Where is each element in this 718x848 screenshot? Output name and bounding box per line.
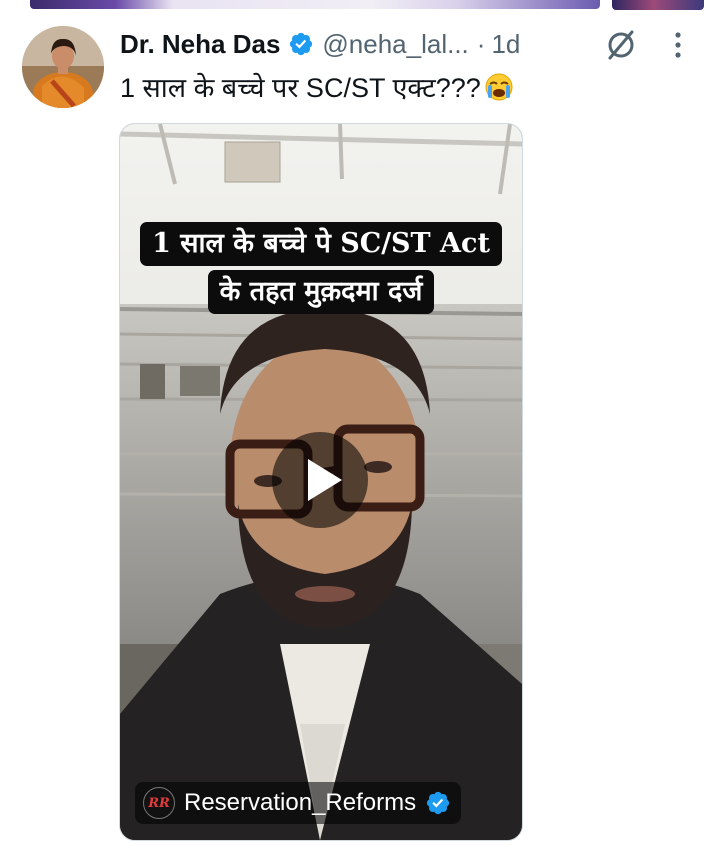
caption-text-1: 1 साल के बच्चे पे SC/ST Act <box>140 222 502 266</box>
play-icon <box>308 459 342 501</box>
more-options-icon[interactable] <box>664 28 692 62</box>
verified-badge-icon <box>290 32 313 56</box>
play-button[interactable] <box>272 432 368 528</box>
loudly-crying-face-icon <box>485 73 513 100</box>
video-caption-line-2: के तहत मुक़दमा दर्ज <box>120 270 522 314</box>
post-header: Dr. Neha Das @neha_lal... · 1d <box>120 24 520 64</box>
video-thumbnail[interactable]: 1 साल के बच्चे पे SC/ST Act के तहत मुक़द… <box>119 123 523 841</box>
post-timestamp[interactable]: 1d <box>491 29 520 60</box>
grok-icon[interactable] <box>604 28 638 62</box>
channel-logo: RR <box>143 787 175 819</box>
author-avatar[interactable] <box>22 26 104 108</box>
previous-media-strip <box>30 0 600 9</box>
verified-badge-icon <box>426 791 450 815</box>
post-text-content: 1 साल के बच्चे पर SC/ST एक्ट??? <box>120 73 481 103</box>
previous-post-media-edge <box>0 0 718 12</box>
author-handle[interactable]: @neha_lal... <box>322 29 468 60</box>
channel-badge[interactable]: RR Reservation_Reforms <box>135 782 462 824</box>
caption-text-2: के तहत मुक़दमा दर्ज <box>207 270 435 314</box>
channel-name: Reservation_Reforms <box>184 789 417 816</box>
previous-media-strip-secondary <box>612 0 704 10</box>
video-caption-line-1: 1 साल के बच्चे पे SC/ST Act <box>120 222 522 266</box>
post-text: 1 साल के बच्चे पर SC/ST एक्ट??? <box>120 68 514 105</box>
header-separator: · <box>476 28 486 59</box>
author-name[interactable]: Dr. Neha Das <box>120 29 280 60</box>
